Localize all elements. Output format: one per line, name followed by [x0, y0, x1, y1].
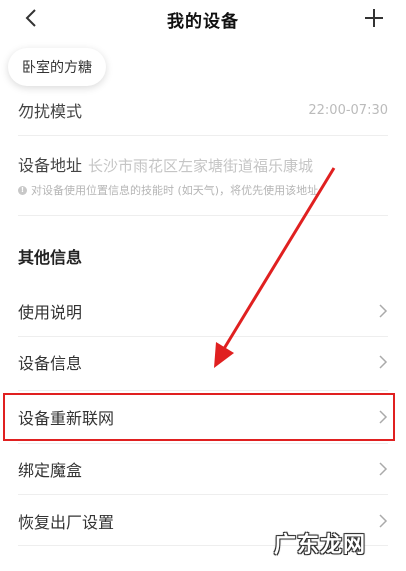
address-label: 设备地址: [18, 156, 83, 175]
address-value: 长沙市雨花区左家塘街道福乐康城: [88, 157, 314, 175]
menu-item-label: 恢复出厂设置: [18, 513, 115, 532]
top-bar: 我的设备: [0, 0, 406, 38]
back-arrow-icon[interactable]: [20, 6, 44, 30]
device-address-row[interactable]: 设备地址 长沙市雨花区左家塘街道福乐康城 ! 对设备使用位置信息的技能时 (如天…: [18, 152, 388, 198]
section-title-other-info: 其他信息: [18, 248, 83, 267]
chevron-right-icon: [379, 304, 388, 318]
info-icon: !: [18, 185, 27, 195]
divider: [18, 135, 388, 136]
menu-item-label: 设备信息: [18, 354, 83, 373]
menu-item-device-info[interactable]: 设备信息: [18, 337, 388, 387]
device-name-label: 卧室的方糖: [22, 60, 92, 76]
do-not-disturb-row[interactable]: 勿扰模式 22:00-07:30: [18, 90, 388, 130]
divider: [18, 494, 388, 495]
highlight-box: [3, 393, 395, 441]
device-name-chip[interactable]: 卧室的方糖: [8, 48, 106, 86]
chevron-right-icon: [379, 514, 388, 528]
chevron-right-icon: [379, 462, 388, 476]
page-title: 我的设备: [167, 11, 239, 32]
menu-item-instructions[interactable]: 使用说明: [18, 286, 388, 336]
dnd-label: 勿扰模式: [18, 102, 83, 121]
chevron-right-icon: [379, 355, 388, 369]
menu-item-bind-box[interactable]: 绑定魔盒: [18, 444, 388, 494]
address-note: ! 对设备使用位置信息的技能时 (如天气)，将优先使用该地址: [18, 182, 388, 198]
dnd-time-value: 22:00-07:30: [308, 102, 388, 118]
menu-item-label: 绑定魔盒: [18, 461, 83, 480]
watermark: 广东龙网: [274, 532, 367, 558]
divider: [18, 215, 388, 216]
add-icon[interactable]: [362, 6, 386, 30]
address-note-text: 对设备使用位置信息的技能时 (如天气)，将优先使用该地址: [31, 184, 319, 197]
menu-item-label: 使用说明: [18, 303, 83, 322]
divider: [18, 390, 388, 391]
